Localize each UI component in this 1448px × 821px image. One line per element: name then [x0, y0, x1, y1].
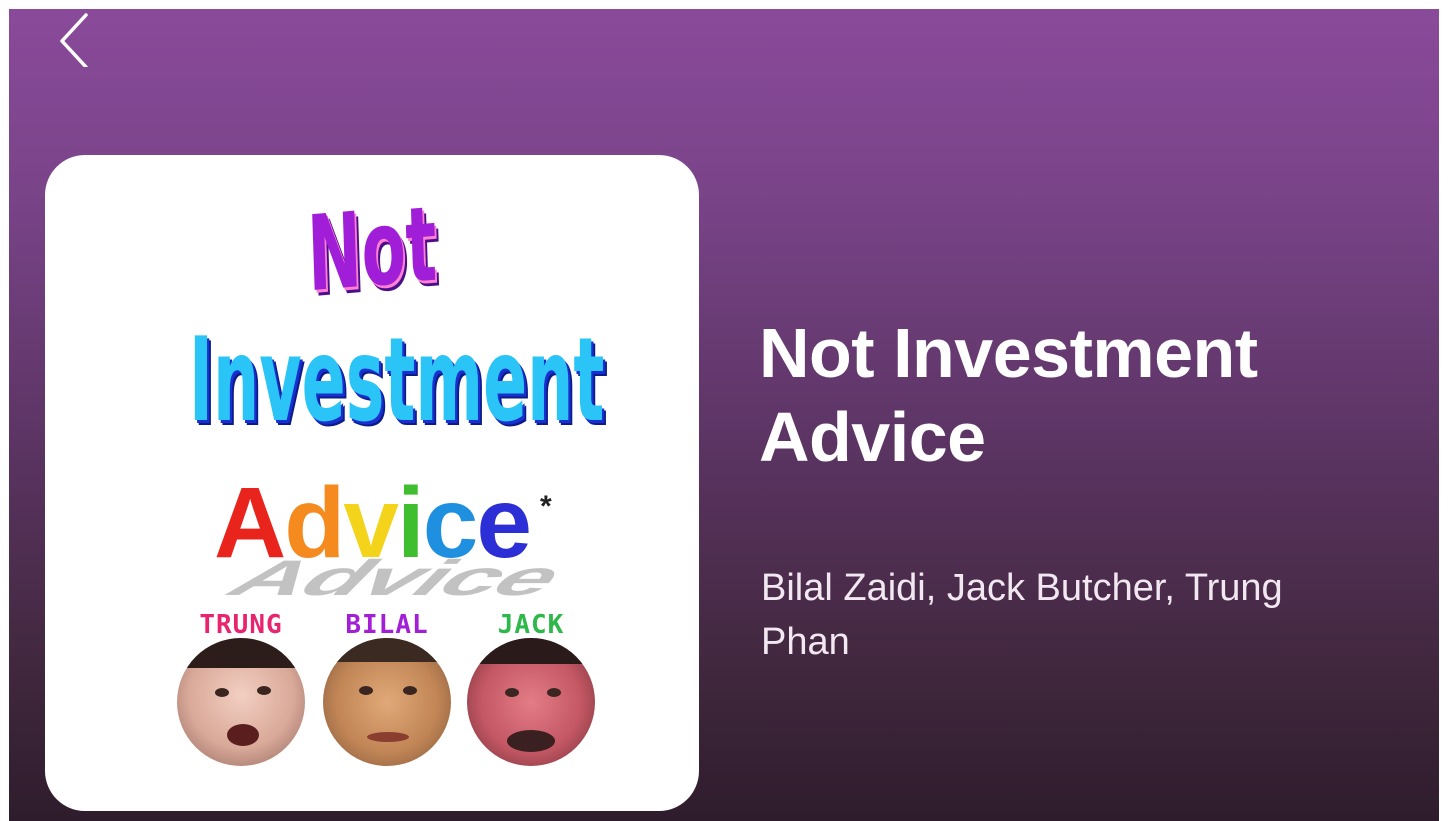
chevron-left-icon [60, 13, 88, 67]
podcast-title: Not Investment Advice [759, 314, 1258, 476]
host-label-jack: JACK [497, 610, 565, 640]
host-label-bilal: BILAL [345, 610, 429, 640]
host-jack: JACK [461, 610, 601, 780]
podcast-header: Not Investment Advice Advice * TRUNG BIL… [9, 9, 1439, 821]
podcast-authors: Bilal Zaidi, Jack Butcher, Trung Phan [761, 567, 1283, 663]
cover-art-title-investment: Investment [188, 313, 605, 448]
host-label-trung: TRUNG [199, 610, 283, 640]
cover-art-advice-shadow: Advice [211, 550, 583, 606]
cover-art-title-not: Not [305, 182, 439, 316]
back-button[interactable] [49, 9, 99, 69]
host-photo-jack [467, 638, 595, 766]
cover-art-asterisk: * [540, 490, 552, 523]
host-bilal: BILAL [317, 610, 457, 780]
podcast-cover-art[interactable]: Not Investment Advice Advice * TRUNG BIL… [45, 155, 699, 811]
host-photo-trung [177, 638, 305, 766]
host-trung: TRUNG [171, 610, 311, 780]
host-photo-bilal [323, 638, 451, 766]
cover-art-title-advice: Advice Advice [45, 473, 699, 606]
